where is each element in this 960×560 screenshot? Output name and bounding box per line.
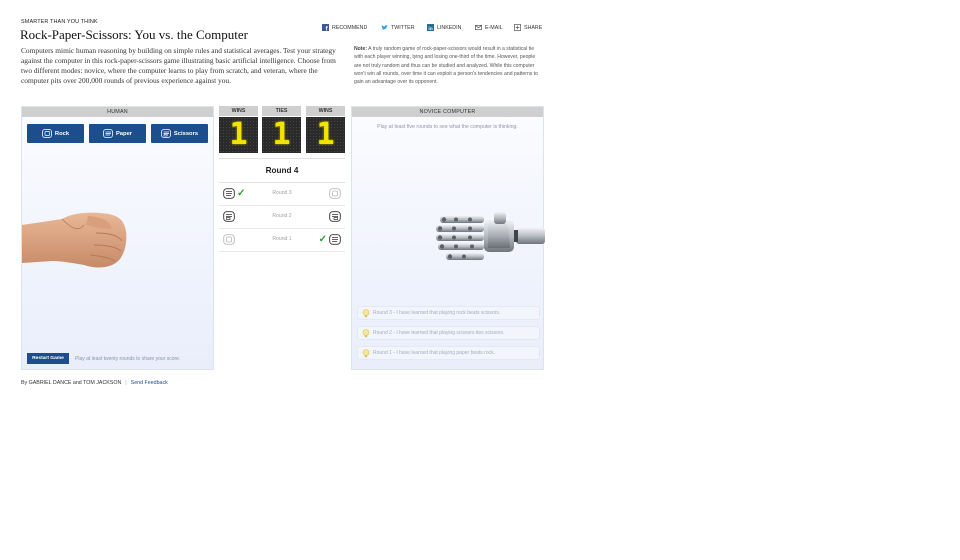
win-check-icon: ✓	[318, 234, 327, 245]
learned-message: Round 2 - I have learned that playing sc…	[357, 326, 540, 340]
send-feedback-link[interactable]: Send Feedback	[131, 380, 168, 386]
round-history-row: Round 1 ✓	[219, 229, 345, 252]
scissors-hand-icon	[329, 211, 341, 222]
human-panel-heading: HUMAN	[22, 107, 213, 117]
lightbulb-icon	[362, 308, 370, 317]
note-text: A truly random game of rock-paper-scisso…	[354, 46, 539, 86]
ties-label: TIES	[262, 106, 301, 116]
human-panel: HUMAN Rock Paper Scissors Restart Game P…	[21, 106, 214, 370]
linkedin-icon: in	[427, 24, 434, 31]
intro-paragraph: Computers mimic human reasoning by build…	[21, 46, 336, 86]
computer-wins-label: WINS	[306, 106, 345, 116]
page-title: Rock-Paper-Scissors: You vs. the Compute…	[20, 27, 248, 42]
current-round-title: Round 4	[219, 158, 345, 183]
share-label: SHARE	[524, 24, 543, 31]
rock-button[interactable]: Rock	[27, 124, 84, 143]
twitter-icon	[381, 25, 388, 30]
author-credit: By GABRIEL DANCE and TOM JACKSON	[21, 380, 122, 386]
facebook-icon: f	[322, 24, 329, 31]
human-wins-label: WINS	[219, 106, 258, 116]
ties-score: TIES 1	[262, 106, 301, 153]
human-wins-score: WINS 1	[219, 106, 258, 153]
svg-text:in: in	[428, 26, 432, 31]
learned-text: Round 2 - I have learned that playing sc…	[373, 330, 505, 336]
rock-hand-icon	[329, 188, 341, 199]
lightbulb-icon	[362, 328, 370, 337]
rock-hand-icon	[42, 129, 52, 138]
recommend-link[interactable]: f RECOMMEND	[322, 24, 367, 31]
share-icon	[514, 24, 521, 31]
round-history-row: ✓ Round 3	[219, 183, 345, 206]
paper-hand-icon	[103, 129, 113, 138]
byline: By GABRIEL DANCE and TOM JACKSON | Send Fe…	[21, 380, 168, 386]
restart-game-button[interactable]: Restart Game	[27, 353, 69, 364]
rock-button-label: Rock	[54, 130, 70, 137]
round-label: Round 2	[272, 213, 292, 219]
learned-text: Round 3 - I have learned that playing ro…	[373, 310, 501, 316]
note-paragraph: Note: A truly random game of rock-paper-…	[354, 45, 542, 86]
computer-wins-value: 1	[316, 117, 335, 152]
restart-note: Play at least twenty rounds to share you…	[75, 356, 181, 362]
linkedin-label: LINKEDIN	[437, 24, 462, 31]
computer-panel: NOVICE COMPUTER Play at least five round…	[351, 106, 545, 370]
computer-wins-score: WINS 1	[306, 106, 345, 153]
computer-hint: Play at least five rounds to see what th…	[377, 124, 518, 130]
round-label: Round 3	[272, 190, 292, 196]
paper-hand-icon	[329, 234, 341, 245]
lightbulb-icon	[362, 348, 370, 357]
twitter-link[interactable]: TWITTER	[381, 24, 415, 31]
computer-panel-heading: NOVICE COMPUTER	[352, 107, 543, 117]
scissors-button-label: Scissors	[173, 130, 199, 137]
email-link[interactable]: E-MAIL	[475, 24, 503, 31]
paper-button-label: Paper	[115, 130, 133, 137]
share-toolbar: f RECOMMEND TWITTER in LINKEDIN E-MAIL S…	[322, 24, 544, 34]
email-icon	[475, 24, 482, 31]
learned-message: Round 1 - I have learned that playing pa…	[357, 346, 540, 360]
round-history-row: Round 2	[219, 206, 345, 229]
human-wins-value: 1	[229, 117, 248, 152]
twitter-label: TWITTER	[391, 24, 415, 31]
paper-button[interactable]: Paper	[89, 124, 146, 143]
section-kicker: SMARTER THAN YOU THINK	[21, 19, 98, 25]
share-link[interactable]: SHARE	[514, 24, 542, 31]
learned-text: Round 1 - I have learned that playing pa…	[373, 350, 496, 356]
scissors-button[interactable]: Scissors	[151, 124, 208, 143]
recommend-label: RECOMMEND	[332, 24, 368, 31]
note-label: Note:	[354, 46, 368, 52]
email-label: E-MAIL	[485, 24, 503, 31]
robot-hand-image	[436, 212, 545, 260]
ties-value: 1	[272, 117, 291, 152]
linkedin-link[interactable]: in LINKEDIN	[427, 24, 461, 31]
human-fist-image	[22, 212, 127, 268]
scissors-hand-icon	[161, 129, 171, 138]
learned-message: Round 3 - I have learned that playing ro…	[357, 306, 540, 320]
